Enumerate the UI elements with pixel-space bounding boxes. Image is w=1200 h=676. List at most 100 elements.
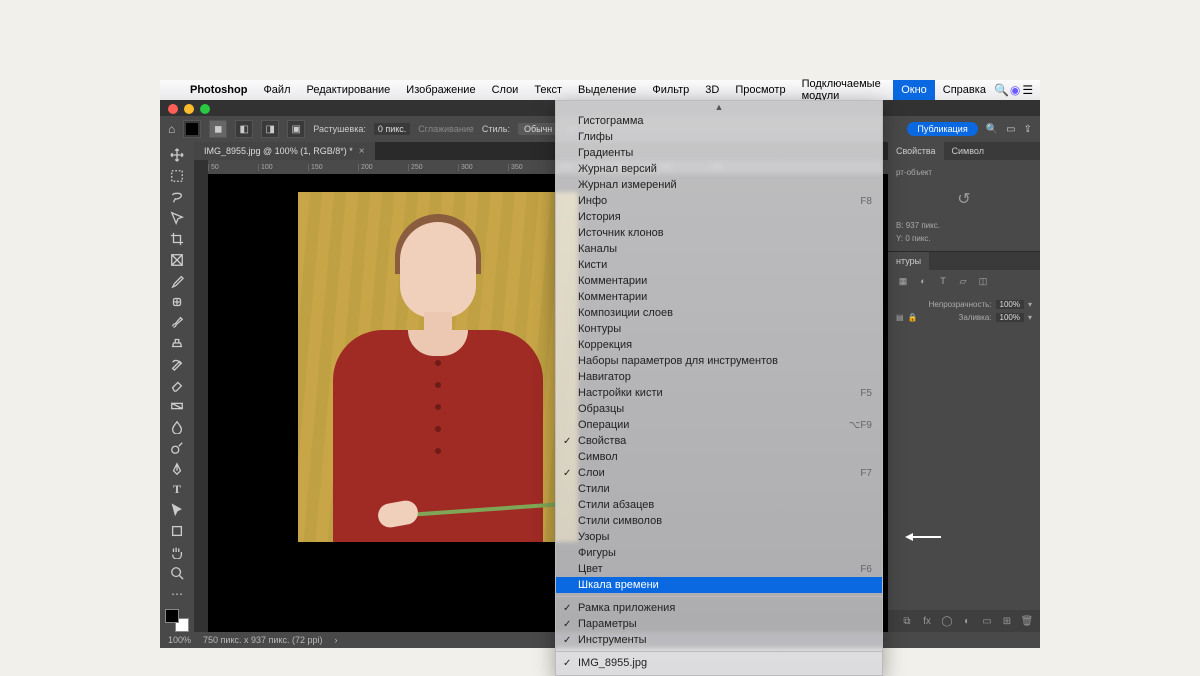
menu-item-градиенты[interactable]: Градиенты [556,145,882,161]
quick-select-tool[interactable] [165,209,189,228]
menu-item-контуры[interactable]: Контуры [556,321,882,337]
home-icon[interactable]: ⌂ [168,122,175,136]
menu-help[interactable]: Справка [935,80,994,100]
menu-item-свойства[interactable]: Свойства [556,433,882,449]
filter-pixel-icon[interactable]: ▦ [896,274,910,288]
tab-character[interactable]: Символ [944,142,992,160]
menu-item-источник-клонов[interactable]: Источник клонов [556,225,882,241]
doc-info-arrow-icon[interactable]: › [334,635,337,645]
history-brush-tool[interactable] [165,355,189,374]
crop-tool[interactable] [165,230,189,249]
siri-icon[interactable]: ◉ [1009,83,1022,97]
menu-item-глифы[interactable]: Глифы [556,129,882,145]
lasso-tool[interactable] [165,188,189,207]
app-name[interactable]: Photoshop [182,84,255,96]
menu-item-инструменты[interactable]: Инструменты [556,632,882,648]
reset-transform-icon[interactable]: ↺ [896,179,1032,219]
menu-item-параметры[interactable]: Параметры [556,616,882,632]
new-selection-icon[interactable]: ◼ [209,120,227,138]
menu-item-история[interactable]: История [556,209,882,225]
search-icon[interactable]: 🔍 [994,83,1009,97]
menu-item-навигатор[interactable]: Навигатор [556,369,882,385]
group-icon[interactable]: ▭ [980,614,994,628]
tab-paths[interactable]: нтуры [888,252,929,270]
menu-item-шкала-времени[interactable]: Шкала времени [556,577,882,593]
color-swatches[interactable] [165,609,189,632]
subtract-selection-icon[interactable]: ◨ [261,120,279,138]
style-dropdown[interactable]: Обычн [518,123,558,135]
menu-filter[interactable]: Фильтр [644,80,697,100]
filter-type-icon[interactable]: T [936,274,950,288]
doc-info[interactable]: 750 пикс. x 937 пикс. (72 ppi) [203,635,322,645]
menu-item-символ[interactable]: Символ [556,449,882,465]
menu-item-инфо[interactable]: ИнфоF8 [556,193,882,209]
menu-edit[interactable]: Редактирование [298,80,398,100]
scroll-up-icon[interactable]: ▲ [556,101,882,113]
maximize-window[interactable] [200,104,210,114]
layer-mask-icon[interactable]: ◯ [940,614,954,628]
shape-tool[interactable] [165,522,189,541]
link-layers-icon[interactable]: ⧉ [900,614,914,628]
document-tab[interactable]: IMG_8955.jpg @ 100% (1, RGB/8*) * × [194,142,375,160]
intersect-selection-icon[interactable]: ▣ [287,120,305,138]
fill-input[interactable]: 100% [996,313,1024,322]
menu-item-коррекция[interactable]: Коррекция [556,337,882,353]
type-tool[interactable]: T [165,480,189,499]
opacity-dropdown-icon[interactable]: ▾ [1028,300,1032,309]
feather-input[interactable]: 0 пикс. [374,123,410,135]
new-layer-icon[interactable]: ⊞ [1000,614,1014,628]
menu-item-img_8955.jpg[interactable]: IMG_8955.jpg [556,655,882,671]
add-selection-icon[interactable]: ◧ [235,120,253,138]
menu-layers[interactable]: Слои [484,80,527,100]
menu-file[interactable]: Файл [255,80,298,100]
menu-view[interactable]: Просмотр [727,80,793,100]
control-center-icon[interactable]: ☰ [1021,83,1034,97]
menu-item-комментарии[interactable]: Комментарии [556,289,882,305]
zoom-level[interactable]: 100% [168,635,191,645]
eyedropper-tool[interactable] [165,271,189,290]
menu-plugins[interactable]: Подключаемые модули [794,80,894,100]
menu-item-настройки-кисти[interactable]: Настройки кистиF5 [556,385,882,401]
lock-all-icon[interactable]: 🔒 [908,313,918,322]
adjustment-layer-icon[interactable]: ◐ [960,614,974,628]
opacity-input[interactable]: 100% [996,300,1024,309]
eraser-tool[interactable] [165,376,189,395]
frame-tool[interactable] [165,250,189,269]
menu-window[interactable]: Окно [893,80,935,100]
path-select-tool[interactable] [165,501,189,520]
tab-properties[interactable]: Свойства [888,142,944,160]
menu-item-журнал-измерений[interactable]: Журнал измерений [556,177,882,193]
search-docs-icon[interactable]: 🔍 [986,124,998,135]
menu-item-наборы-параметров-для-инструментов[interactable]: Наборы параметров для инструментов [556,353,882,369]
menu-3d[interactable]: 3D [697,80,727,100]
pen-tool[interactable] [165,459,189,478]
menu-item-рамка-приложения[interactable]: Рамка приложения [556,600,882,616]
brush-tool[interactable] [165,313,189,332]
hand-tool[interactable] [165,543,189,562]
close-tab-icon[interactable]: × [359,146,365,157]
menu-text[interactable]: Текст [526,80,570,100]
edit-toolbar[interactable]: ⋯ [165,584,189,603]
menu-item-комментарии[interactable]: Комментарии [556,273,882,289]
publish-button[interactable]: Публикация [907,122,977,136]
menu-item-стили[interactable]: Стили [556,481,882,497]
menu-item-образцы[interactable]: Образцы [556,401,882,417]
healing-brush-tool[interactable] [165,292,189,311]
filter-adjust-icon[interactable]: ◐ [916,274,930,288]
menu-item-цвет[interactable]: ЦветF6 [556,561,882,577]
filter-shape-icon[interactable]: ▱ [956,274,970,288]
menu-item-гистограмма[interactable]: Гистограмма [556,113,882,129]
menu-item-каналы[interactable]: Каналы [556,241,882,257]
menu-item-композиции-слоев[interactable]: Композиции слоев [556,305,882,321]
workspace-icon[interactable]: ▭ [1006,124,1015,135]
marquee-tool[interactable] [165,167,189,186]
menu-item-операции[interactable]: Операции⌥F9 [556,417,882,433]
menu-image[interactable]: Изображение [398,80,483,100]
delete-layer-icon[interactable]: 🗑 [1020,614,1034,628]
blur-tool[interactable] [165,417,189,436]
dodge-tool[interactable] [165,438,189,457]
lock-icon[interactable]: ▤ [896,313,904,322]
menu-item-стили-абзацев[interactable]: Стили абзацев [556,497,882,513]
foreground-color[interactable] [165,609,179,623]
menu-item-фигуры[interactable]: Фигуры [556,545,882,561]
